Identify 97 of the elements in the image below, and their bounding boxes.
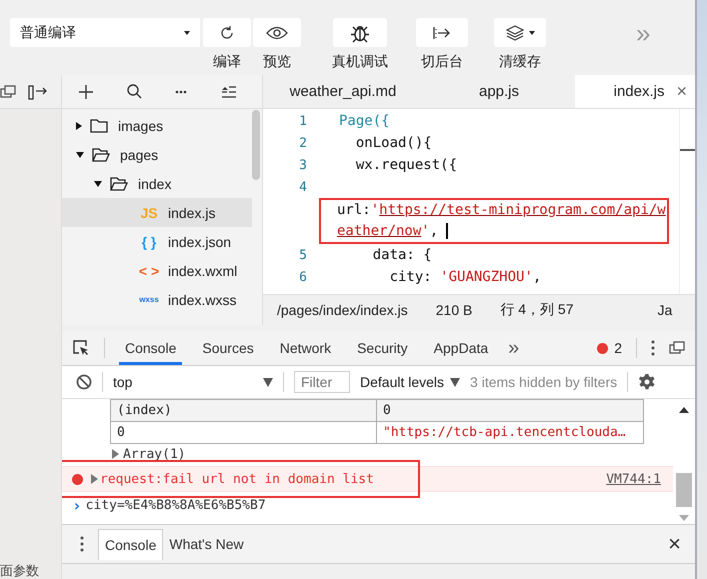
code-line: wx.request({	[354, 157, 458, 173]
table-cell-text: 0	[116, 424, 126, 442]
file-type-icon: { }	[138, 234, 160, 250]
error-message: request:fail url not in domain list	[100, 472, 374, 486]
devtools-tab[interactable]: Security	[351, 331, 414, 365]
add-icon[interactable]	[78, 84, 93, 98]
refresh-icon	[219, 24, 235, 40]
settings-icon[interactable]	[638, 373, 656, 391]
hidden-items-note: 3 items hidden by filters	[470, 374, 618, 390]
scrollbar-thumb[interactable]	[676, 473, 692, 507]
search-icon[interactable]	[126, 84, 142, 99]
expanded-triangle-icon	[94, 180, 102, 186]
layers-button[interactable]	[494, 18, 546, 47]
more-icon[interactable]	[175, 90, 188, 94]
devtools-tab[interactable]: Network	[274, 331, 338, 365]
devtools-tab[interactable]: Sources	[196, 331, 260, 365]
file-type-icon: wxss	[138, 295, 160, 304]
table-header: (index)	[116, 402, 173, 420]
refresh-label: 编译	[213, 53, 241, 71]
error-icon	[597, 342, 608, 354]
levels-dropdown[interactable]: Default levels	[360, 374, 460, 390]
bug-label: 真机调试	[332, 53, 388, 71]
tree-item[interactable]: JS index.js	[62, 198, 252, 227]
code-line: Page({	[339, 113, 390, 129]
prompt-chevron: ›	[72, 496, 82, 514]
window-icon[interactable]	[0, 84, 16, 98]
editor-tab[interactable]: index.js ×	[575, 75, 695, 108]
error-count[interactable]: 2	[614, 340, 622, 356]
code-line: city: 'GUANGZHOU',	[388, 269, 542, 285]
background-button[interactable]	[416, 18, 468, 47]
open-folder-icon	[110, 176, 128, 190]
caret-icon	[184, 30, 190, 34]
tree-item[interactable]: index	[62, 169, 252, 198]
tree-item[interactable]: wxss index.wxss	[62, 285, 252, 314]
array-label: Array(1)	[123, 446, 186, 462]
tree-item[interactable]: images	[62, 111, 252, 140]
table-cell: "https://tcb-api.tencentclouda…	[376, 422, 643, 443]
more-tabs-button[interactable]: »	[508, 336, 520, 360]
drawer-tab[interactable]: Console	[98, 528, 164, 560]
eye-icon	[266, 26, 288, 40]
collapsed-triangle-icon	[76, 122, 82, 130]
clear-icon[interactable]	[76, 374, 92, 390]
bug-button[interactable]	[333, 18, 387, 47]
filter-field[interactable]: Filter	[294, 371, 350, 393]
close-icon[interactable]: ×	[668, 531, 681, 557]
drawer-tab[interactable]: What's New	[163, 529, 250, 559]
refresh-button[interactable]	[203, 18, 251, 47]
kebab-menu-icon[interactable]	[651, 340, 655, 356]
editor-tab[interactable]: app.js	[423, 75, 575, 108]
expand-triangle-icon[interactable]	[112, 449, 119, 459]
background-label: 切后台	[421, 53, 463, 71]
editor-tab[interactable]: weather_api.md	[263, 75, 423, 108]
dropdown-triangle-icon	[450, 378, 460, 386]
source-link[interactable]: VM744:1	[606, 472, 661, 486]
code-line: data: {	[372, 247, 432, 263]
file-path: /pages/index/index.js	[277, 302, 408, 318]
line-number: 2	[298, 136, 308, 150]
file-type-icon: < >	[138, 262, 160, 278]
inspect-icon[interactable]	[72, 339, 90, 357]
expanded-triangle-icon	[76, 152, 84, 158]
folder-icon	[90, 118, 108, 132]
line-number: 1	[298, 114, 308, 128]
cursor-position: 行 4，列 57	[500, 301, 574, 319]
open-folder-icon	[92, 148, 110, 162]
close-icon[interactable]: ×	[676, 81, 687, 102]
collapse-icon[interactable]	[221, 86, 238, 98]
dropdown-triangle-icon	[263, 378, 273, 386]
result-text: city=%E4%B8%8A%E6%B5%B7	[86, 498, 266, 512]
layers-label: 清缓存	[499, 53, 541, 71]
scroll-up-icon[interactable]	[679, 407, 689, 413]
layers-icon	[506, 24, 524, 40]
eye-label: 预览	[263, 53, 291, 71]
kebab-menu-icon[interactable]	[80, 536, 84, 552]
line-number: 6	[298, 270, 308, 284]
tree-item[interactable]: < > index.wxml	[62, 256, 252, 285]
language-label: Ja	[658, 302, 672, 318]
compile-mode-dropdown[interactable]: 普通编译	[10, 18, 200, 47]
caret-icon	[528, 30, 534, 34]
exit-arrow-icon	[432, 26, 452, 40]
file-size: 210 B	[436, 302, 472, 318]
context-select[interactable]: top	[113, 374, 273, 390]
tree-item[interactable]: pages	[62, 140, 252, 169]
scrollbar-thumb[interactable]	[252, 110, 260, 180]
file-type-icon: JS	[138, 204, 160, 220]
expand-triangle-icon[interactable]	[91, 474, 98, 484]
tree-item[interactable]: { } index.json	[62, 227, 252, 256]
line-number: 4	[298, 180, 308, 194]
undock-icon[interactable]	[669, 341, 685, 355]
line-number: 5	[298, 248, 308, 262]
error-icon	[72, 474, 83, 484]
footer-text: 面参数	[0, 563, 40, 579]
devtools-tab[interactable]: AppData	[428, 331, 494, 365]
eye-button[interactable]	[253, 18, 301, 47]
line-number: 3	[298, 158, 308, 172]
panel-arrow-icon[interactable]	[28, 84, 48, 100]
code-line: onLoad(){	[354, 135, 432, 151]
table-header: 0	[376, 400, 643, 421]
